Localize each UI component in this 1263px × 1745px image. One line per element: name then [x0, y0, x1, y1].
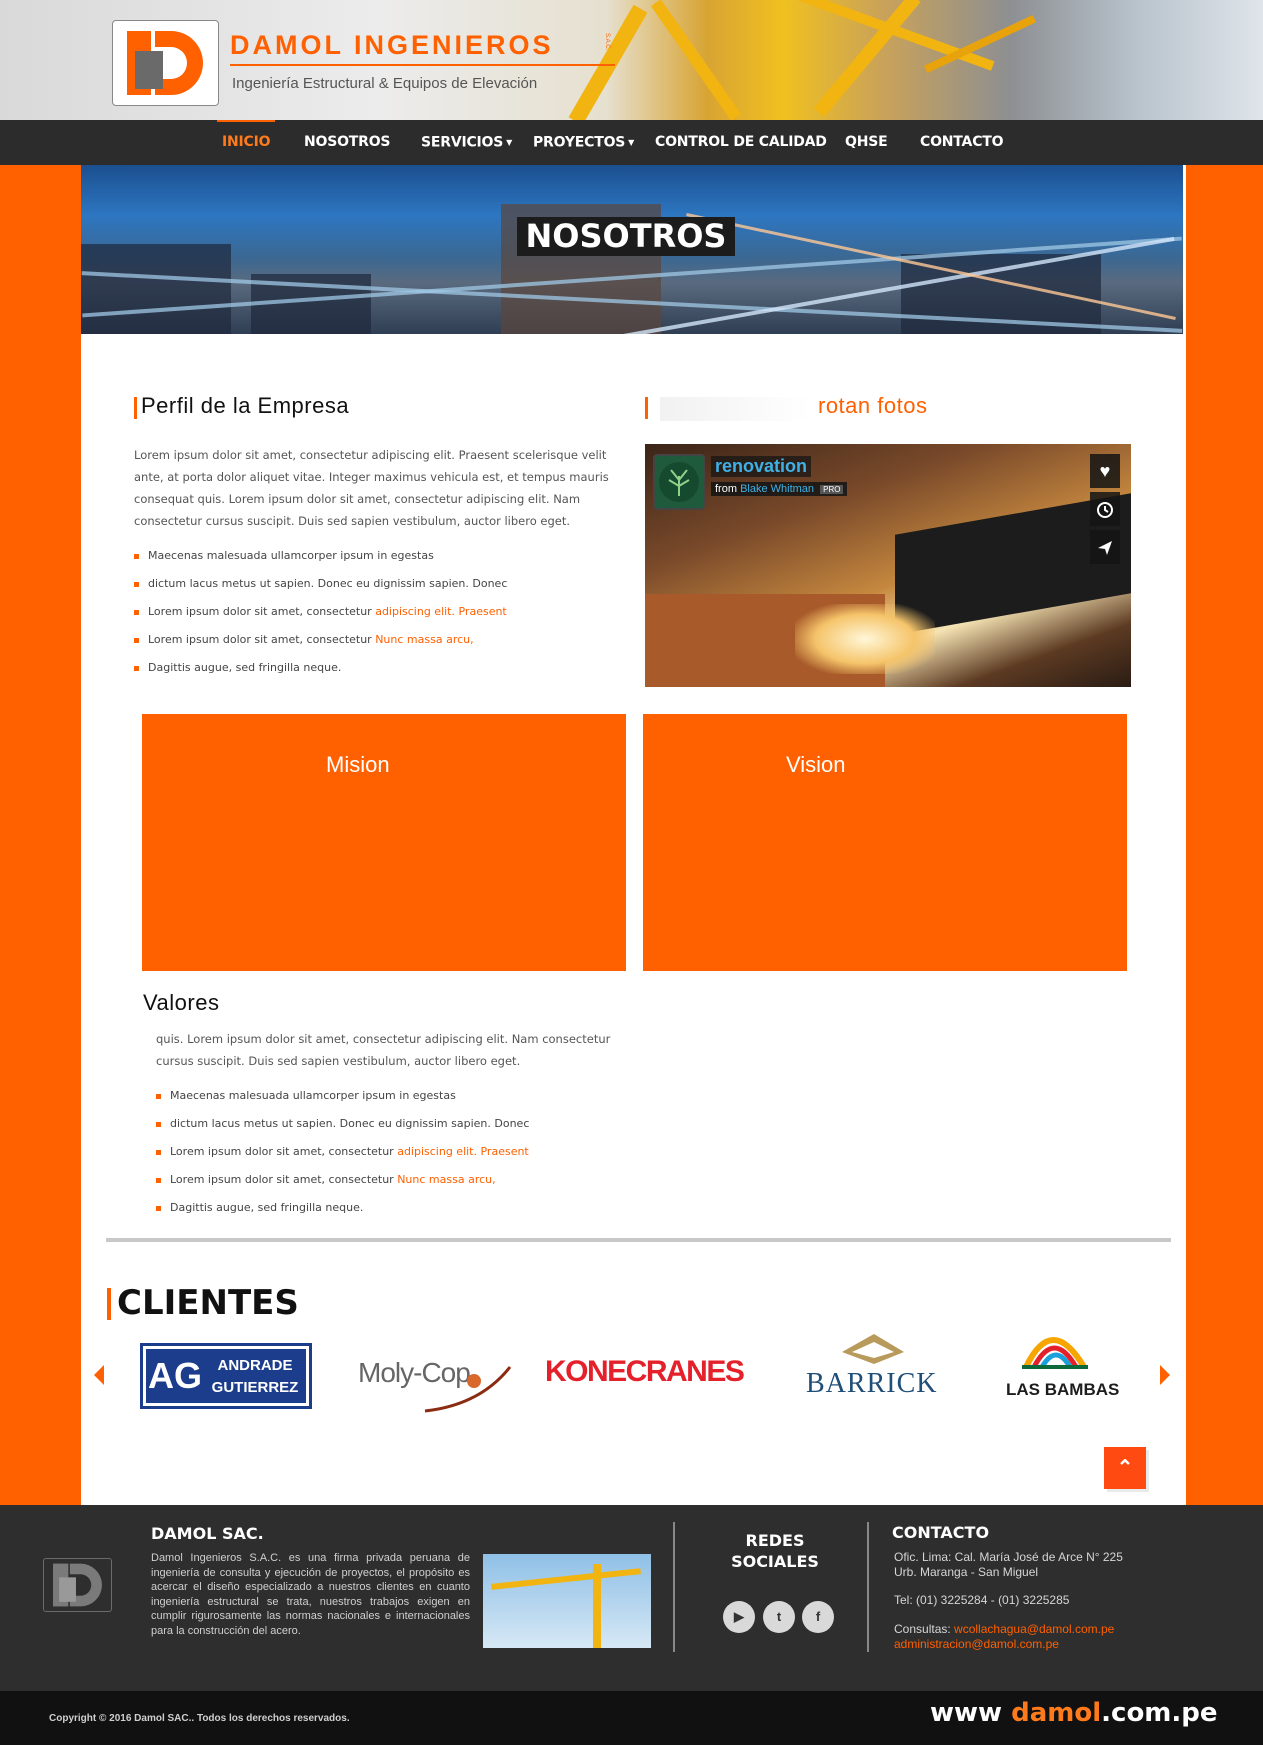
mision-box: Mision — [142, 714, 626, 971]
client-logo-barrick[interactable]: BARRICK — [806, 1368, 937, 1400]
copyright: Copyright © 2016 Damol SAC.. Todos los d… — [49, 1713, 350, 1724]
carousel-next-icon[interactable] — [1160, 1365, 1170, 1385]
footer-social-title: REDES SOCIALES — [731, 1531, 819, 1571]
nav-item-nosotros[interactable]: NOSOTROS — [304, 120, 391, 165]
list-item: dictum lacus metus ut sapien. Donec eu d… — [156, 1110, 636, 1138]
perfil-title: Perfil de la Empresa — [141, 393, 350, 418]
las-bambas-mark-icon — [1022, 1337, 1088, 1369]
carousel-prev-icon[interactable] — [94, 1365, 104, 1385]
list-link[interactable]: adipiscing elit. Praesent — [375, 605, 507, 618]
twitter-button[interactable]: t — [763, 1601, 795, 1633]
footer-company-title: DAMOL SAC. — [151, 1524, 264, 1543]
section-marker — [645, 397, 648, 419]
section-marker — [107, 1288, 111, 1320]
vision-title: Vision — [786, 752, 846, 777]
clientes-title: CLIENTES — [117, 1283, 299, 1323]
logo[interactable] — [112, 20, 219, 106]
valores-paragraph: quis. Lorem ipsum dolor sit amet, consec… — [156, 1032, 611, 1068]
brand-name: DAMOL INGENIEROS — [230, 30, 554, 60]
list-item: Lorem ipsum dolor sit amet, consectetur … — [156, 1166, 636, 1194]
video-author[interactable]: Blake Whitman — [740, 483, 814, 495]
client-logo-las-bambas[interactable]: LAS BAMBAS — [1006, 1380, 1119, 1400]
list-item: Maecenas malesuada ullamcorper ipsum in … — [134, 542, 614, 570]
brand-divider — [230, 64, 615, 66]
mision-title: Mision — [326, 752, 390, 777]
pro-badge: PRO — [820, 485, 844, 494]
footer-divider — [673, 1522, 675, 1652]
video-title[interactable]: renovation — [711, 456, 812, 477]
valores-list: Maecenas malesuada ullamcorper ipsum in … — [156, 1082, 636, 1222]
section-marker — [134, 397, 137, 419]
title-overlay — [660, 397, 810, 421]
facebook-icon: f — [815, 1609, 821, 1624]
email-link[interactable]: wcollachagua@damol.com.pe — [954, 1622, 1114, 1636]
swoosh-icon — [424, 1366, 512, 1413]
perfil-paragraph: Lorem ipsum dolor sit amet, consectetur … — [134, 448, 609, 528]
avatar[interactable] — [653, 454, 705, 510]
nav-item-contacto[interactable]: CONTACTO — [920, 120, 1004, 165]
footer-phone: Tel: (01) 3225284 - (01) 3225285 — [894, 1593, 1070, 1607]
client-logo-andrade-gutierrez[interactable]: AG ANDRADE GUTIERREZ — [140, 1343, 312, 1409]
list-item: Lorem ipsum dolor sit amet, consectetur … — [134, 598, 614, 626]
footer-company-text: Damol Ingenieros S.A.C. es una firma pri… — [151, 1552, 470, 1637]
footer-contact-title: CONTACTO — [892, 1523, 990, 1542]
list-item: Maecenas malesuada ullamcorper ipsum in … — [156, 1082, 636, 1110]
like-button[interactable]: ♥ — [1090, 454, 1120, 488]
brand-tagline: Ingeniería Estructural & Equipos de Elev… — [232, 75, 538, 92]
send-icon — [1098, 541, 1112, 556]
chevron-down-icon: ▼ — [628, 138, 635, 147]
list-item: Dagittis augue, sed fringilla neque. — [134, 654, 614, 682]
divider — [106, 1238, 1171, 1242]
chevron-up-icon: ⌃ — [1116, 1457, 1134, 1479]
nav-item-inicio[interactable]: INICIO — [217, 120, 276, 165]
brand-suffix: S.A.C. — [604, 33, 610, 51]
tree-icon — [659, 462, 699, 502]
nav-item-proyectos[interactable]: PROYECTOS ▼ — [533, 120, 634, 165]
site-url[interactable]: www damol.com.pe — [930, 1698, 1218, 1728]
watch-later-button[interactable] — [1090, 492, 1120, 526]
nav-item-control-de-calidad[interactable]: CONTROL DE CALIDAD — [655, 120, 827, 165]
video-player[interactable]: renovation from Blake Whitman PRO ♥ — [645, 444, 1131, 687]
list-link[interactable]: Nunc massa arcu, — [397, 1173, 495, 1186]
list-link[interactable]: Nunc massa arcu, — [375, 633, 473, 646]
list-item: Lorem ipsum dolor sit amet, consectetur … — [156, 1138, 636, 1166]
twitter-icon: t — [776, 1609, 782, 1624]
footer-emails: Consultas: wcollachagua@damol.com.pe adm… — [894, 1622, 1115, 1652]
chevron-down-icon: ▼ — [506, 138, 513, 147]
clock-icon — [1097, 502, 1113, 519]
client-logo-konecranes[interactable]: KONECRANES — [545, 1355, 745, 1389]
perfil-list: Maecenas malesuada ullamcorper ipsum in … — [134, 542, 614, 682]
list-item: dictum lacus metus ut sapien. Donec eu d… — [134, 570, 614, 598]
valores-title: Valores — [143, 990, 220, 1015]
barrick-mark-icon — [842, 1334, 904, 1364]
list-item: Lorem ipsum dolor sit amet, consectetur … — [134, 626, 614, 654]
back-to-top-button[interactable]: ⌃ — [1104, 1447, 1146, 1489]
logo-icon — [127, 31, 203, 95]
share-button[interactable] — [1090, 530, 1120, 564]
facebook-button[interactable]: f — [802, 1601, 834, 1633]
email-link[interactable]: administracion@damol.com.pe — [894, 1637, 1114, 1652]
nav-item-qhse[interactable]: QHSE — [845, 120, 888, 165]
footer-crane-image — [483, 1554, 651, 1648]
video-byline: from Blake Whitman PRO — [711, 482, 848, 496]
footer-logo[interactable] — [43, 1558, 112, 1612]
vision-box: Vision — [643, 714, 1127, 971]
fotos-title: rotan fotos — [818, 393, 928, 418]
youtube-icon: ▶ — [734, 1609, 744, 1624]
heart-icon: ♥ — [1099, 461, 1111, 481]
main-nav: INICIO NOSOTROS SERVICIOS ▼ PROYECTOS ▼ CO… — [0, 120, 1263, 165]
youtube-button[interactable]: ▶ — [723, 1601, 755, 1633]
page-title: NOSOTROS — [517, 217, 735, 256]
logo-icon — [53, 1563, 102, 1607]
nav-item-servicios[interactable]: SERVICIOS ▼ — [421, 120, 512, 165]
list-item: Dagittis augue, sed fringilla neque. — [156, 1194, 636, 1222]
footer-divider — [867, 1522, 869, 1652]
footer-address: Ofic. Lima: Cal. María José de Arce N° 2… — [894, 1550, 1123, 1579]
list-link[interactable]: adipiscing elit. Praesent — [397, 1145, 529, 1158]
